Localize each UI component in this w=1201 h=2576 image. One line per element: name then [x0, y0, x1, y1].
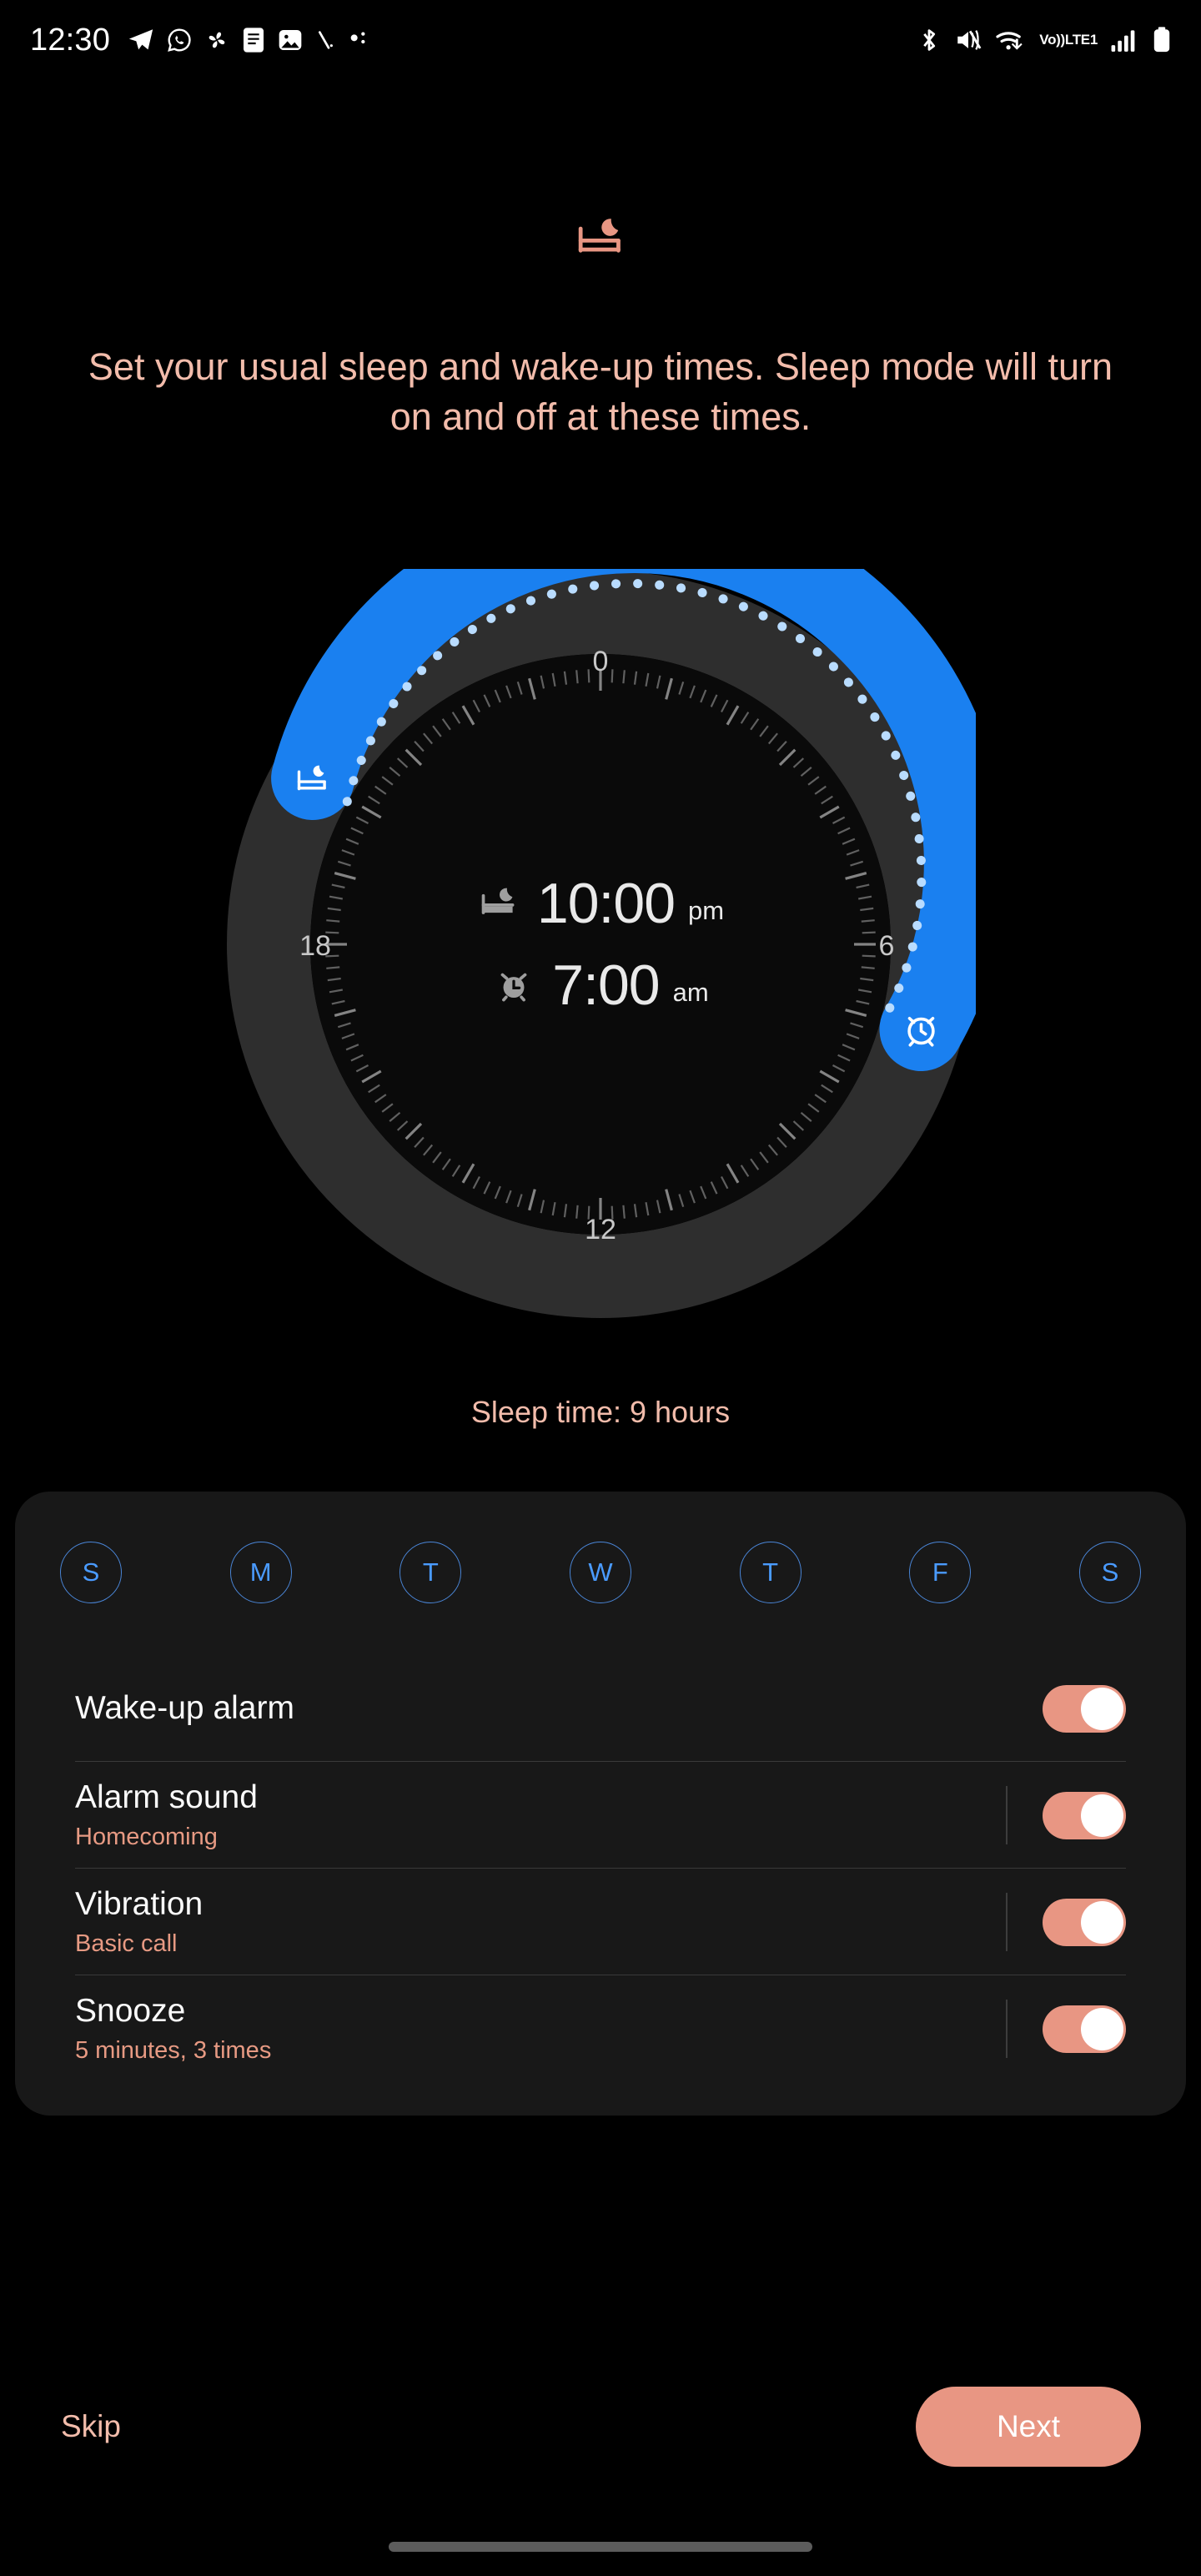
sleep-duration-label: Sleep time: 9 hours: [470, 1395, 731, 1429]
settings-row[interactable]: Wake-up alarm: [75, 1655, 1126, 1762]
row-vertical-divider: [1006, 1786, 1008, 1844]
sleep-mode-setup-screen: 12:30 Vo)) LTE1 Set your usual sleep and…: [0, 0, 1201, 2576]
settings-row-toggle[interactable]: [1043, 1791, 1126, 1839]
day-label: T: [762, 1557, 779, 1587]
day-toggle-2[interactable]: T: [399, 1542, 462, 1603]
day-label: S: [1101, 1557, 1119, 1587]
row-vertical-divider: [1006, 2000, 1008, 2058]
status-bar-left: 12:30: [30, 23, 370, 58]
footer-actions: Skip Next: [0, 2356, 1201, 2498]
day-label: M: [249, 1557, 272, 1587]
settings-row-subtitle: Basic call: [75, 1930, 178, 1957]
page-headline: Set your usual sleep and wake-up times. …: [88, 345, 1113, 438]
document-icon: [241, 27, 266, 53]
skip-button[interactable]: Skip: [61, 2409, 121, 2444]
pinwheel-icon: [204, 27, 230, 53]
day-toggle-5[interactable]: F: [909, 1542, 972, 1603]
volte-bottom-label: LTE1: [1064, 32, 1098, 48]
settings-row-title: Alarm sound: [75, 1779, 258, 1815]
mute-vibrate-icon: [954, 27, 982, 53]
signal-icon: [1110, 27, 1138, 53]
toggle-knob: [1081, 1900, 1123, 1944]
status-bar-clock: 12:30: [30, 22, 111, 58]
bedtime-meridiem: pm: [688, 896, 725, 925]
hero-bed-moon-icon: [0, 213, 1201, 269]
home-gesture-pill[interactable]: [389, 2542, 812, 2552]
day-toggle-6[interactable]: S: [1078, 1542, 1141, 1603]
toggle-knob: [1081, 1687, 1123, 1730]
system-navigation-bar: [0, 2518, 1201, 2576]
volte-top-label: Vo)): [1039, 32, 1065, 48]
settings-row-subtitle: Homecoming: [75, 1824, 218, 1850]
day-label: T: [422, 1557, 439, 1587]
settings-row-text: Alarm sound Homecoming: [75, 1779, 1006, 1851]
volte-icon: Vo)) LTE1: [1039, 33, 1098, 47]
bedtime-readout: 10:00 pm: [477, 871, 724, 936]
wakeup-value: 7:00: [552, 953, 660, 1017]
day-label: S: [82, 1557, 100, 1587]
sleep-time-dial[interactable]: 0 6 12 18 10:00 pm 7:00 am: [225, 569, 976, 1320]
day-toggle-4[interactable]: T: [739, 1542, 802, 1603]
day-toggle-0[interactable]: S: [60, 1542, 122, 1603]
telegram-icon: [127, 26, 155, 54]
settings-row-toggle[interactable]: [1043, 1898, 1126, 1946]
settings-row-toggle[interactable]: [1043, 2005, 1126, 2053]
image-icon: [277, 27, 304, 53]
status-bar: 12:30 Vo)) LTE1: [0, 0, 1201, 80]
alarm-clock-icon: [492, 963, 535, 1007]
settings-row-toggle[interactable]: [1043, 1684, 1126, 1733]
settings-row-title: Vibration: [75, 1886, 204, 1922]
settings-row-title: Wake-up alarm: [75, 1690, 294, 1726]
day-label: W: [588, 1557, 613, 1587]
bedtime-value: 10:00: [536, 872, 676, 935]
settings-row-text: Snooze 5 minutes, 3 times: [75, 1993, 1006, 2065]
next-button[interactable]: Next: [916, 2387, 1141, 2467]
status-bar-right: Vo)) LTE1: [917, 26, 1173, 54]
wakeup-readout: 7:00 am: [492, 953, 709, 1018]
settings-row-text: Vibration Basic call: [75, 1886, 1006, 1958]
row-vertical-divider: [1006, 1893, 1008, 1951]
settings-card: S M T W T F S Wake-up alarm Alarm sound Homecomi…: [15, 1492, 1186, 2116]
day-label: F: [932, 1557, 948, 1587]
toggle-knob: [1081, 1794, 1123, 1837]
day-of-week-selector[interactable]: SMTWTFS: [15, 1492, 1186, 1603]
settings-row[interactable]: Vibration Basic call: [75, 1869, 1126, 1975]
settings-row[interactable]: Alarm sound Homecoming: [75, 1762, 1126, 1869]
settings-row-title: Snooze: [75, 1993, 186, 2029]
bed-moon-icon: [477, 882, 520, 925]
settings-rows: Wake-up alarm Alarm sound Homecoming Vibrat…: [15, 1655, 1186, 2082]
dial-center-times: 10:00 pm 7:00 am: [225, 569, 976, 1320]
slash-icon: [314, 27, 336, 53]
toggle-knob: [1081, 2007, 1123, 2050]
whatsapp-icon: [166, 27, 193, 53]
settings-row-text: Wake-up alarm: [75, 1690, 1043, 1727]
settings-row[interactable]: Snooze 5 minutes, 3 times: [75, 1975, 1126, 2082]
dots-icon: [347, 27, 370, 53]
wakeup-meridiem: am: [672, 978, 709, 1007]
day-toggle-1[interactable]: M: [229, 1542, 292, 1603]
settings-row-subtitle: 5 minutes, 3 times: [75, 2037, 272, 2064]
bluetooth-icon: [917, 26, 942, 54]
battery-icon: [1151, 26, 1173, 54]
wifi-icon: [995, 27, 1027, 53]
day-toggle-3[interactable]: W: [569, 1542, 631, 1603]
